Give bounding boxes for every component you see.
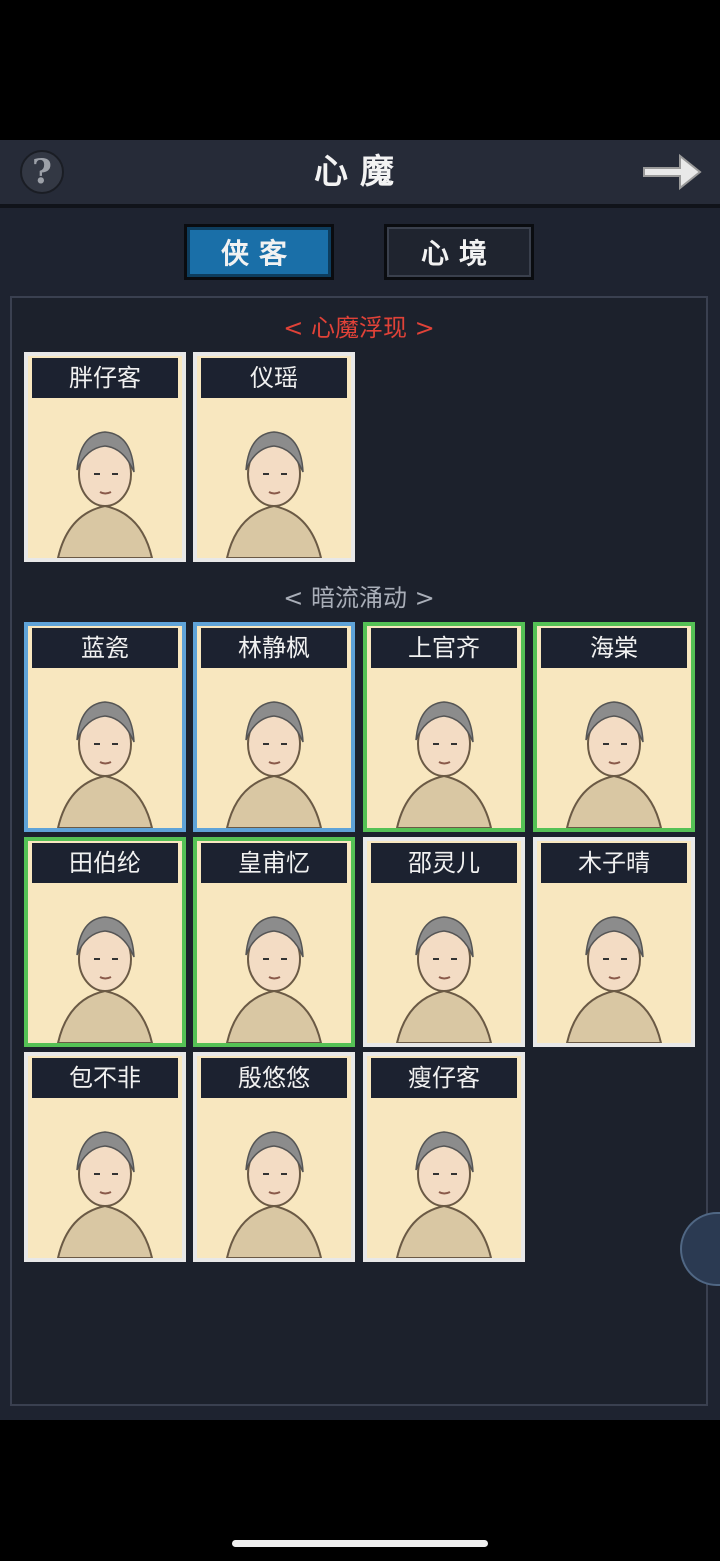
hero-portrait <box>537 887 691 1043</box>
hero-portrait <box>28 672 182 828</box>
section-title-inner-demon: < 心魔浮现 > <box>283 314 435 342</box>
hero-portrait <box>197 1102 351 1258</box>
hero-card[interactable]: 殷悠悠 <box>193 1052 355 1262</box>
hero-portrait <box>28 402 182 558</box>
hero-card[interactable]: 瘦仔客 <box>363 1052 525 1262</box>
hero-portrait <box>367 1102 521 1258</box>
arrow-right-icon[interactable] <box>640 148 704 196</box>
hero-card[interactable]: 皇甫忆 <box>193 837 355 1047</box>
section-title-undercurrent: < 暗流涌动 > <box>283 584 435 612</box>
hero-card[interactable]: 木子晴 <box>533 837 695 1047</box>
hero-card[interactable]: 包不非 <box>24 1052 186 1262</box>
hero-portrait <box>28 887 182 1043</box>
hero-name: 邵灵儿 <box>371 843 517 883</box>
hero-name: 瘦仔客 <box>371 1058 517 1098</box>
hero-portrait <box>28 1102 182 1258</box>
header-bar: ? 心魔 <box>0 140 720 208</box>
hero-name: 木子晴 <box>541 843 687 883</box>
hero-card[interactable]: 上官齐 <box>363 622 525 832</box>
tab-bar: 侠客 心境 <box>0 224 720 284</box>
tab-mindset[interactable]: 心境 <box>384 224 534 280</box>
hero-name: 胖仔客 <box>32 358 178 398</box>
hero-name: 上官齐 <box>371 628 517 668</box>
hero-card[interactable]: 胖仔客 <box>24 352 186 562</box>
hero-name: 包不非 <box>32 1058 178 1098</box>
hero-name: 殷悠悠 <box>201 1058 347 1098</box>
hero-name: 林静枫 <box>201 628 347 668</box>
hero-card[interactable]: 邵灵儿 <box>363 837 525 1047</box>
hero-card[interactable]: 蓝瓷 <box>24 622 186 832</box>
home-indicator <box>232 1540 488 1547</box>
hero-card[interactable]: 海棠 <box>533 622 695 832</box>
hero-name: 皇甫忆 <box>201 843 347 883</box>
hero-card[interactable]: 林静枫 <box>193 622 355 832</box>
hero-name: 蓝瓷 <box>32 628 178 668</box>
hero-portrait <box>367 887 521 1043</box>
hero-portrait <box>537 672 691 828</box>
hero-portrait <box>197 887 351 1043</box>
hero-portrait <box>197 402 351 558</box>
hero-name: 仪瑶 <box>201 358 347 398</box>
hero-portrait <box>367 672 521 828</box>
hero-card[interactable]: 田伯纶 <box>24 837 186 1047</box>
hero-name: 海棠 <box>541 628 687 668</box>
hero-card[interactable]: 仪瑶 <box>193 352 355 562</box>
tab-heroes[interactable]: 侠客 <box>184 224 334 280</box>
page-title: 心魔 <box>314 152 406 192</box>
hero-portrait <box>197 672 351 828</box>
hero-name: 田伯纶 <box>32 843 178 883</box>
